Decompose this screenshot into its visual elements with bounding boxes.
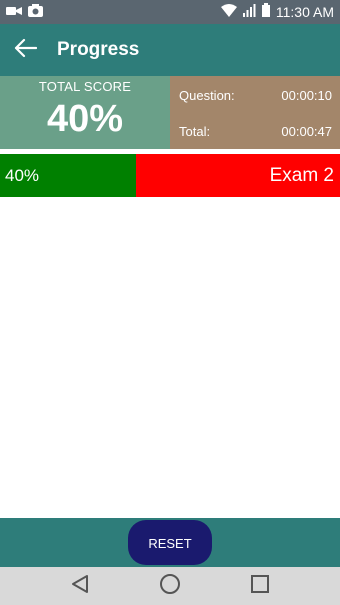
- status-bar: 11:30 AM: [0, 0, 340, 24]
- progress-exam-label: Exam 2: [269, 165, 334, 186]
- app-bar: Progress: [0, 24, 340, 76]
- nav-recents-button[interactable]: [246, 573, 274, 599]
- total-time-value: 00:00:47: [281, 124, 332, 139]
- time-panel: Question: 00:00:10 Total: 00:00:47: [170, 76, 340, 149]
- reset-button[interactable]: RESET: [128, 520, 212, 565]
- back-triangle-icon: [70, 574, 90, 599]
- total-time-row: Total: 00:00:47: [179, 124, 332, 139]
- total-score-label: TOTAL SCORE: [38, 79, 132, 94]
- question-time-label: Question:: [179, 88, 235, 103]
- exam-progress-bar: 40% Exam 2: [0, 154, 340, 197]
- recents-square-icon: [250, 574, 270, 599]
- home-circle-icon: [159, 573, 181, 600]
- bottom-bar: RESET: [0, 518, 340, 567]
- camera-icon: [28, 4, 43, 22]
- nav-home-button[interactable]: [156, 573, 184, 599]
- question-time-row: Question: 00:00:10: [179, 88, 332, 103]
- nav-back-button[interactable]: [66, 573, 94, 599]
- wifi-icon: [220, 3, 237, 20]
- battery-icon: [261, 3, 270, 20]
- score-panel: TOTAL SCORE 40%: [0, 76, 170, 149]
- back-button[interactable]: [10, 36, 40, 64]
- status-right: 11:30 AM: [220, 3, 334, 20]
- status-time: 11:30 AM: [275, 3, 334, 20]
- total-time-label: Total:: [179, 124, 211, 139]
- total-score-value: 40%: [46, 98, 124, 140]
- navigation-bar: [0, 567, 340, 605]
- page-title: Progress: [57, 39, 140, 60]
- status-left-icons: [6, 4, 43, 22]
- arrow-left-icon: [13, 38, 38, 63]
- progress-percent: 40%: [5, 166, 40, 185]
- video-camera-icon: [6, 4, 22, 22]
- question-time-value: 00:00:10: [281, 88, 332, 103]
- signal-icon: [242, 3, 256, 20]
